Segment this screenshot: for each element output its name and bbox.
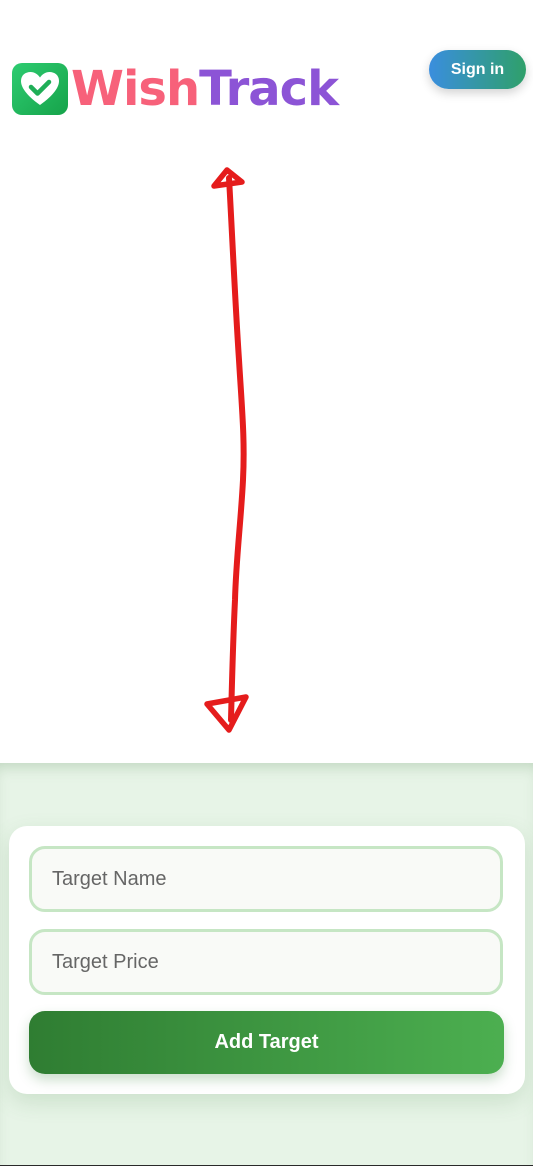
add-target-section: Add Target [0, 763, 533, 1166]
double-headed-arrow-icon [204, 167, 249, 733]
add-target-button[interactable]: Add Target [29, 1011, 504, 1074]
target-name-input[interactable] [29, 846, 503, 912]
add-target-form: Add Target [9, 826, 525, 1094]
target-price-input[interactable] [29, 929, 503, 995]
